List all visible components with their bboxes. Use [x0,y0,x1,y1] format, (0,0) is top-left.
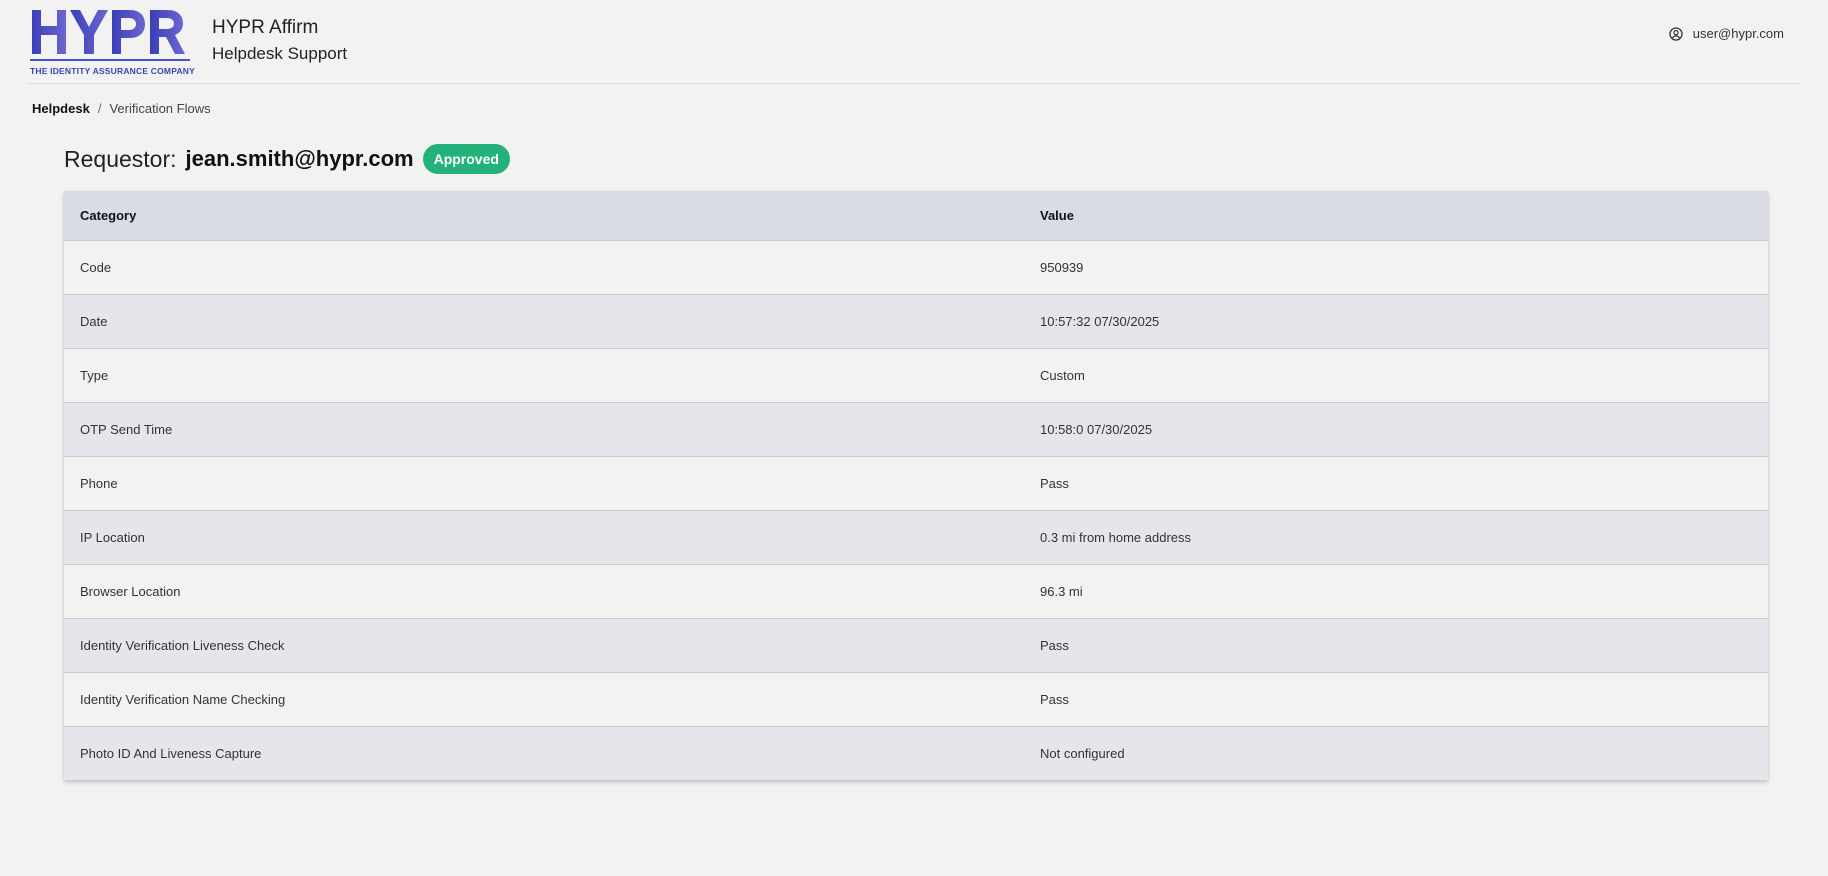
row-category: Type [80,367,109,383]
row-value: 0.3 mi from home address [1040,529,1192,545]
row-category: Date [80,313,108,329]
breadcrumb-separator: / [97,101,102,116]
hypr-logo-mark [32,10,185,54]
app-subtitle: Helpdesk Support [212,44,348,63]
row-value: Not configured [1040,745,1125,761]
row-category: Identity Verification Name Checking [80,691,286,707]
verification-details-table: Category Value Code 950939 Date 10:57:32… [64,191,1768,780]
logo-divider [30,59,190,61]
hypr-logo[interactable]: THE IDENTITY ASSURANCE COMPANY [30,8,195,78]
row-category: OTP Send Time [80,421,173,437]
row-category: Photo ID And Liveness Capture [80,745,262,761]
requestor-email: jean.smith@hypr.com [185,146,414,171]
row-value: Pass [1040,475,1069,491]
row-value: 950939 [1040,259,1084,275]
column-header-category: Category [80,207,137,223]
row-value: 96.3 mi [1040,583,1083,599]
user-account-icon [1669,26,1683,41]
table-row: OTP Send Time 10:58:0 07/30/2025 [64,402,1768,456]
row-category: Identity Verification Liveness Check [80,637,285,653]
table-row: Browser Location 96.3 mi [64,564,1768,618]
row-category: IP Location [80,529,145,545]
row-value: Pass [1040,637,1069,653]
table-header-row: Category Value [64,191,1768,240]
row-category: Browser Location [80,583,181,599]
row-value: Custom [1040,367,1085,383]
table-row: Date 10:57:32 07/30/2025 [64,294,1768,348]
requestor-heading: Requestor: jean.smith@hypr.com Approved [64,144,510,174]
user-menu[interactable]: user@hypr.com [1669,26,1784,41]
app-header: THE IDENTITY ASSURANCE COMPANY HYPR Affi… [0,0,1828,84]
status-badge: Approved [422,144,510,174]
row-value: 10:57:32 07/30/2025 [1040,313,1160,329]
row-category: Phone [80,475,118,491]
table-row: Code 950939 [64,240,1768,294]
table-row: Identity Verification Liveness Check Pas… [64,618,1768,672]
table-row: Phone Pass [64,456,1768,510]
row-category: Code [80,259,112,275]
requestor-label: Requestor: [64,145,177,172]
app-title: HYPR Affirm [212,17,319,38]
table-row: Photo ID And Liveness Capture Not config… [64,726,1768,780]
row-value: 10:58:0 07/30/2025 [1040,421,1153,437]
table-row: Type Custom [64,348,1768,402]
breadcrumb: Helpdesk / Verification Flows [32,101,211,116]
table-row: IP Location 0.3 mi from home address [64,510,1768,564]
breadcrumb-current-page: Verification Flows [109,101,211,116]
user-email: user@hypr.com [1692,26,1784,41]
header-divider [28,83,1800,84]
column-header-value: Value [1040,207,1074,223]
table-row: Identity Verification Name Checking Pass [64,672,1768,726]
row-value: Pass [1040,691,1069,707]
breadcrumb-helpdesk-link[interactable]: Helpdesk [32,101,90,116]
logo-tagline: THE IDENTITY ASSURANCE COMPANY [30,66,195,76]
